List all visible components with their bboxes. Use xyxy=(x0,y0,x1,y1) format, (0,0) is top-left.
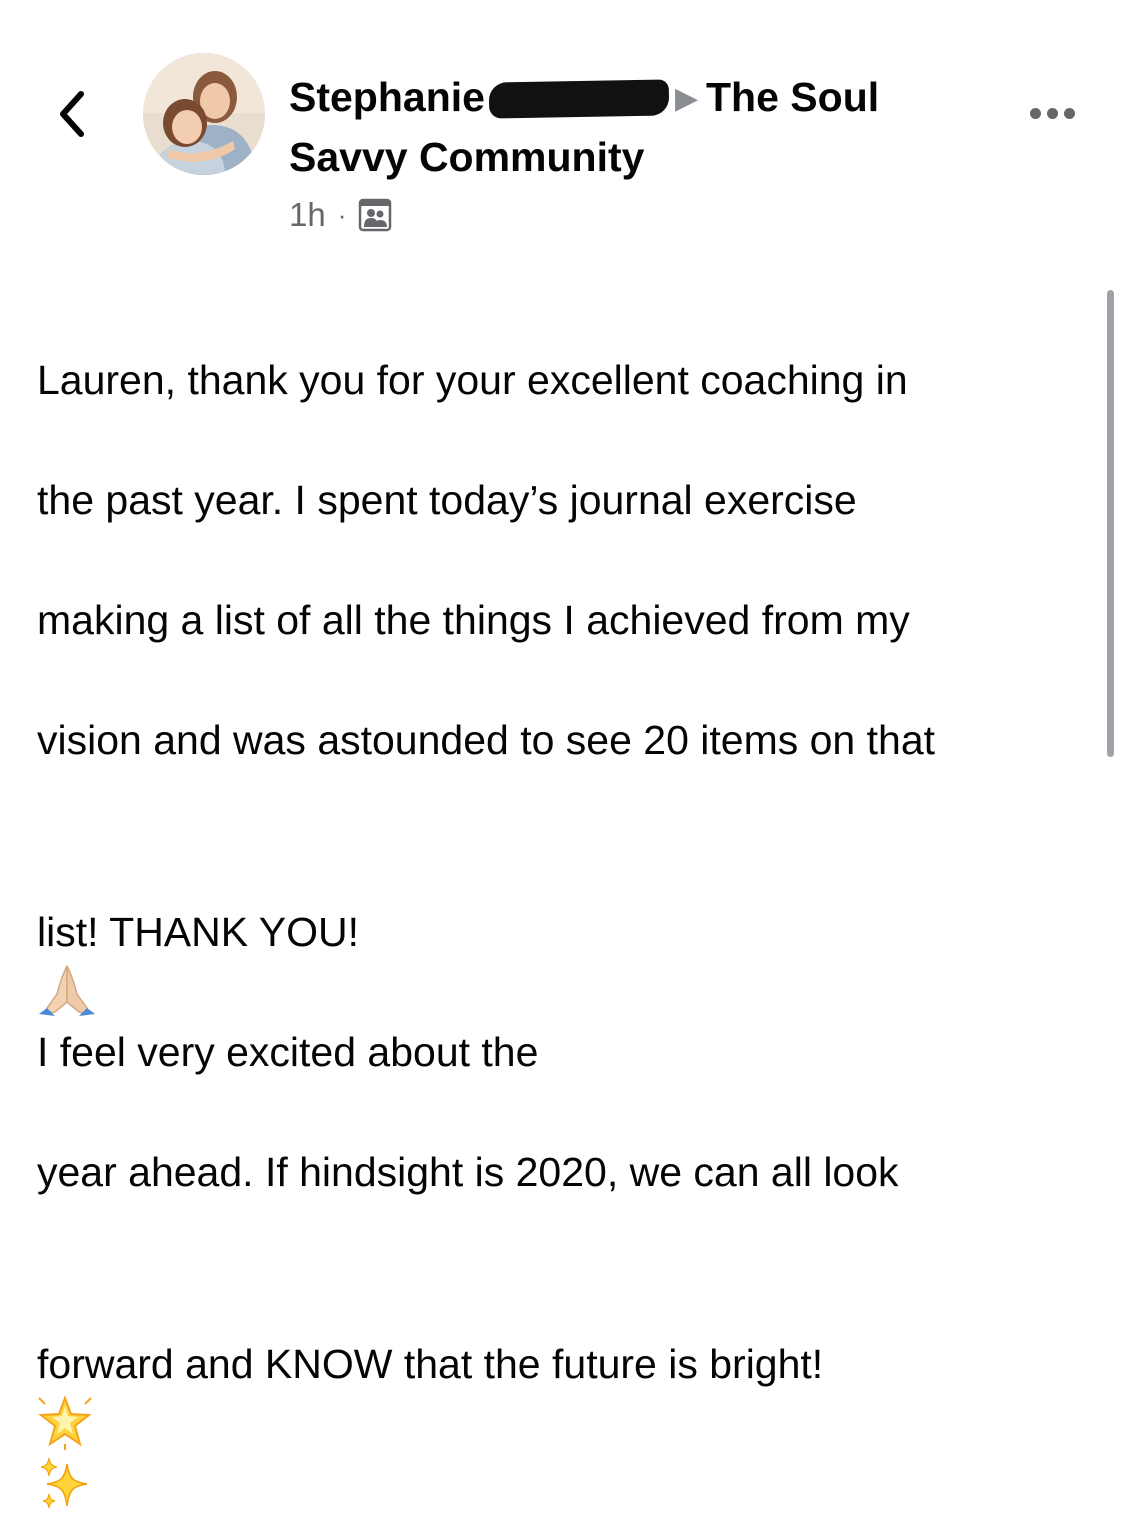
chevron-left-icon xyxy=(60,91,84,137)
avatar-photo xyxy=(143,53,265,175)
more-options-button[interactable] xyxy=(1024,96,1080,130)
avatar[interactable] xyxy=(143,53,265,175)
more-options-icon-dot xyxy=(1046,107,1058,119)
author-name-text: Stephanie xyxy=(289,74,485,120)
group-audience-icon xyxy=(359,198,392,232)
more-options-icon-dot xyxy=(1063,107,1075,119)
folded-hands-emoji-icon xyxy=(39,965,95,1016)
post-timestamp[interactable]: 1h xyxy=(289,196,326,234)
scrollbar[interactable] xyxy=(1107,290,1114,757)
post-text-segment: forward and KNOW that the future is brig… xyxy=(37,1341,824,1387)
author-name[interactable]: Stephanie xyxy=(289,68,670,127)
sparkles-emoji-icon xyxy=(40,1457,88,1509)
post-text-segment: I feel very excited about the xyxy=(37,1029,539,1075)
post-body: Lauren, thank you for your excellent coa… xyxy=(37,290,1077,1514)
redaction-mark xyxy=(488,79,670,119)
post-text-line: forward and KNOW that the future is brig… xyxy=(37,1274,1077,1514)
back-button[interactable] xyxy=(50,86,94,142)
meta-separator: · xyxy=(337,199,347,230)
separator-arrow-icon: ▶ xyxy=(674,82,699,115)
post-text-line: the past year. I spent today’s journal e… xyxy=(37,477,857,523)
post-text-segment: list! THANK YOU! xyxy=(37,909,359,955)
post-text-line: vision and was astounded to see 20 items… xyxy=(37,717,936,763)
post-text-line: year ahead. If hindsight is 2020, we can… xyxy=(37,1149,899,1195)
post-header: Stephanie ▶ The Soul Savvy Community xyxy=(289,68,969,187)
glowing-star-emoji-icon xyxy=(38,1395,92,1450)
more-options-icon xyxy=(1029,107,1041,119)
post-text-line: making a list of all the things I achiev… xyxy=(37,597,910,643)
post-text-line: Lauren, thank you for your excellent coa… xyxy=(37,357,908,403)
post-text-line: list! THANK YOU! I feel very excited abo… xyxy=(37,842,1077,1082)
post-meta: 1h · xyxy=(289,194,392,236)
